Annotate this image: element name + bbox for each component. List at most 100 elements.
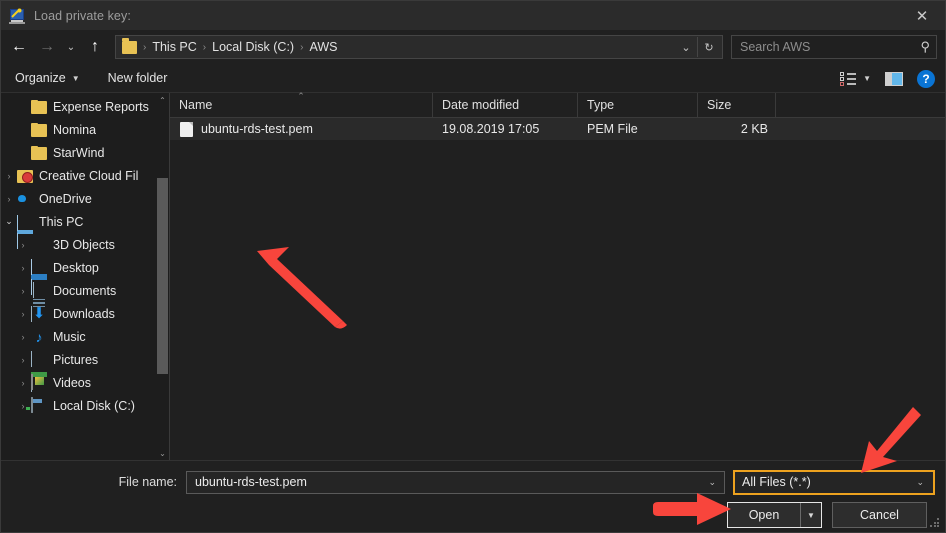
search-icon: ⚲ xyxy=(920,39,930,54)
scrollbar-thumb[interactable] xyxy=(157,178,168,374)
chevron-down-icon[interactable]: ⌄ xyxy=(912,477,928,488)
expand-chevron-icon[interactable]: › xyxy=(15,378,31,388)
forward-button[interactable]: → xyxy=(33,33,61,61)
nav-item-label: Desktop xyxy=(53,260,99,275)
folder-icon xyxy=(122,37,137,54)
preview-pane-icon[interactable] xyxy=(885,71,903,86)
file-type-filter-value: All Files (*.*) xyxy=(742,475,811,489)
new-folder-button[interactable]: New folder xyxy=(108,71,168,85)
nav-item-expense-reports[interactable]: Expense Reports xyxy=(1,95,169,118)
new-folder-label: New folder xyxy=(107,71,168,85)
file-list-pane: Name ⌃ Date modified Type Size ubuntu-rd… xyxy=(170,91,945,460)
nav-item-this-pc[interactable]: ⌄ This PC xyxy=(1,210,169,249)
3d-objects-icon xyxy=(31,237,47,253)
expand-chevron-icon[interactable]: › xyxy=(15,355,31,365)
dialog-title: Load private key: xyxy=(34,8,131,23)
nav-item-documents[interactable]: › Documents xyxy=(1,279,169,323)
organize-label: Organize xyxy=(15,71,66,85)
chevron-down-icon[interactable]: ⌄ xyxy=(675,36,697,58)
nav-item-pictures[interactable]: › Pictures xyxy=(1,348,169,392)
breadcrumb-item-local-disk[interactable]: Local Disk (C:) xyxy=(212,40,294,54)
nav-item-label: Music xyxy=(53,329,86,344)
file-name-row: File name: ubuntu-rds-test.pem ⌄ All Fil… xyxy=(1,467,945,497)
navigation-scrollbar[interactable]: ⌃ ⌄ xyxy=(156,93,169,460)
folder-icon xyxy=(31,123,47,137)
file-open-dialog: Load private key: ✕ ← → ⌄ ↑ › This PC › … xyxy=(0,0,946,533)
file-name-value[interactable]: ubuntu-rds-test.pem xyxy=(195,475,704,489)
expand-chevron-icon[interactable]: › xyxy=(1,194,17,204)
nav-item-label: StarWind xyxy=(53,145,105,160)
nav-item-nomina[interactable]: Nomina xyxy=(1,118,169,141)
file-type-cell: PEM File xyxy=(587,122,638,136)
back-button[interactable]: ← xyxy=(5,33,33,61)
open-split-chevron-down-icon[interactable]: ▼ xyxy=(801,511,821,520)
cancel-button[interactable]: Cancel xyxy=(832,502,927,528)
scroll-down-icon[interactable]: ⌄ xyxy=(156,446,169,460)
column-headers: Name ⌃ Date modified Type Size xyxy=(170,91,945,118)
videos-icon xyxy=(31,373,47,391)
nav-item-label: Local Disk (C:) xyxy=(53,398,135,413)
nav-item-downloads[interactable]: › ⬇ Downloads xyxy=(1,302,169,325)
navigation-tree: Expense Reports Nomina StarWind › Creative C… xyxy=(1,93,169,417)
column-header-name-label: Name xyxy=(179,98,213,112)
main-content: Expense Reports Nomina StarWind › Creative C… xyxy=(1,91,945,460)
open-button-label: Open xyxy=(748,508,780,522)
table-row[interactable]: ubuntu-rds-test.pem 19.08.2019 17:05 PEM F… xyxy=(170,118,945,140)
title-bar: Load private key: ✕ xyxy=(1,1,945,30)
breadcrumb-item-this-pc[interactable]: This PC xyxy=(152,40,196,54)
command-bar: Organize ▼ New folder ▼ ? xyxy=(1,64,945,93)
search-box[interactable]: Search AWS ⚲ xyxy=(731,35,937,59)
nav-item-desktop[interactable]: › Desktop xyxy=(1,256,169,295)
close-icon[interactable]: ✕ xyxy=(899,1,945,30)
recent-locations-button[interactable]: ⌄ xyxy=(61,33,81,61)
breadcrumb[interactable]: › This PC › Local Disk (C:) › AWS ⌄ ↻ xyxy=(115,35,723,59)
local-disk-icon xyxy=(31,396,47,414)
nav-item-label: 3D Objects xyxy=(53,237,115,252)
nav-item-3d-objects[interactable]: › 3D Objects xyxy=(1,233,169,256)
expand-chevron-icon[interactable]: › xyxy=(15,263,31,273)
column-header-size[interactable]: Size xyxy=(698,92,776,118)
column-header-date-modified[interactable]: Date modified xyxy=(433,92,578,118)
nav-item-local-disk-c[interactable]: › Local Disk (C:) xyxy=(1,394,169,417)
documents-icon xyxy=(31,281,47,323)
nav-item-label: Videos xyxy=(53,375,91,390)
nav-item-music[interactable]: › ♪ Music xyxy=(1,325,169,348)
resize-grip[interactable] xyxy=(930,518,940,528)
expand-chevron-icon[interactable]: › xyxy=(15,309,31,319)
scroll-up-icon[interactable]: ⌃ xyxy=(156,93,169,107)
onedrive-icon xyxy=(17,191,33,207)
file-name-cell: ubuntu-rds-test.pem xyxy=(170,121,433,137)
nav-item-onedrive[interactable]: › OneDrive xyxy=(1,187,169,210)
up-button[interactable]: ↑ xyxy=(81,33,109,61)
dialog-buttons: Open ▼ Cancel xyxy=(1,501,945,529)
view-mode-chevron-down-icon[interactable]: ▼ xyxy=(861,74,881,83)
nav-item-label: Downloads xyxy=(53,306,115,321)
expand-chevron-icon[interactable]: ⌄ xyxy=(1,216,17,227)
expand-chevron-icon[interactable]: › xyxy=(15,332,31,342)
file-type-filter-select[interactable]: All Files (*.*) ⌄ xyxy=(733,469,935,495)
expand-chevron-icon[interactable]: › xyxy=(1,171,17,181)
breadcrumb-item-aws[interactable]: AWS xyxy=(309,40,337,54)
column-header-type[interactable]: Type xyxy=(578,92,698,118)
chevron-down-icon: ▼ xyxy=(71,73,80,83)
nav-item-label: Expense Reports xyxy=(53,99,149,114)
nav-item-videos[interactable]: › Videos xyxy=(1,371,169,394)
help-icon[interactable]: ? xyxy=(917,69,935,88)
expand-chevron-icon[interactable]: › xyxy=(15,286,31,296)
address-bar: ← → ⌄ ↑ › This PC › Local Disk (C:) › AW… xyxy=(1,30,945,64)
nav-item-label: Nomina xyxy=(53,122,97,137)
nav-item-label: Pictures xyxy=(53,352,99,367)
column-header-name[interactable]: Name ⌃ xyxy=(170,91,433,118)
chevron-down-icon[interactable]: ⌄ xyxy=(704,477,720,488)
open-button[interactable]: Open ▼ xyxy=(727,502,822,528)
folder-icon xyxy=(31,100,47,114)
search-input[interactable]: Search AWS xyxy=(740,40,920,54)
refresh-icon[interactable]: ↻ xyxy=(698,36,720,58)
view-mode-icon[interactable] xyxy=(835,69,861,89)
file-name-input[interactable]: ubuntu-rds-test.pem ⌄ xyxy=(186,470,725,494)
putty-key-icon xyxy=(9,8,25,24)
nav-item-creative-cloud-fil[interactable]: › Creative Cloud Fil xyxy=(1,164,169,187)
organize-button[interactable]: Organize ▼ xyxy=(15,71,80,85)
file-name-text: ubuntu-rds-test.pem xyxy=(201,122,313,136)
nav-item-starwind[interactable]: StarWind xyxy=(1,141,169,164)
